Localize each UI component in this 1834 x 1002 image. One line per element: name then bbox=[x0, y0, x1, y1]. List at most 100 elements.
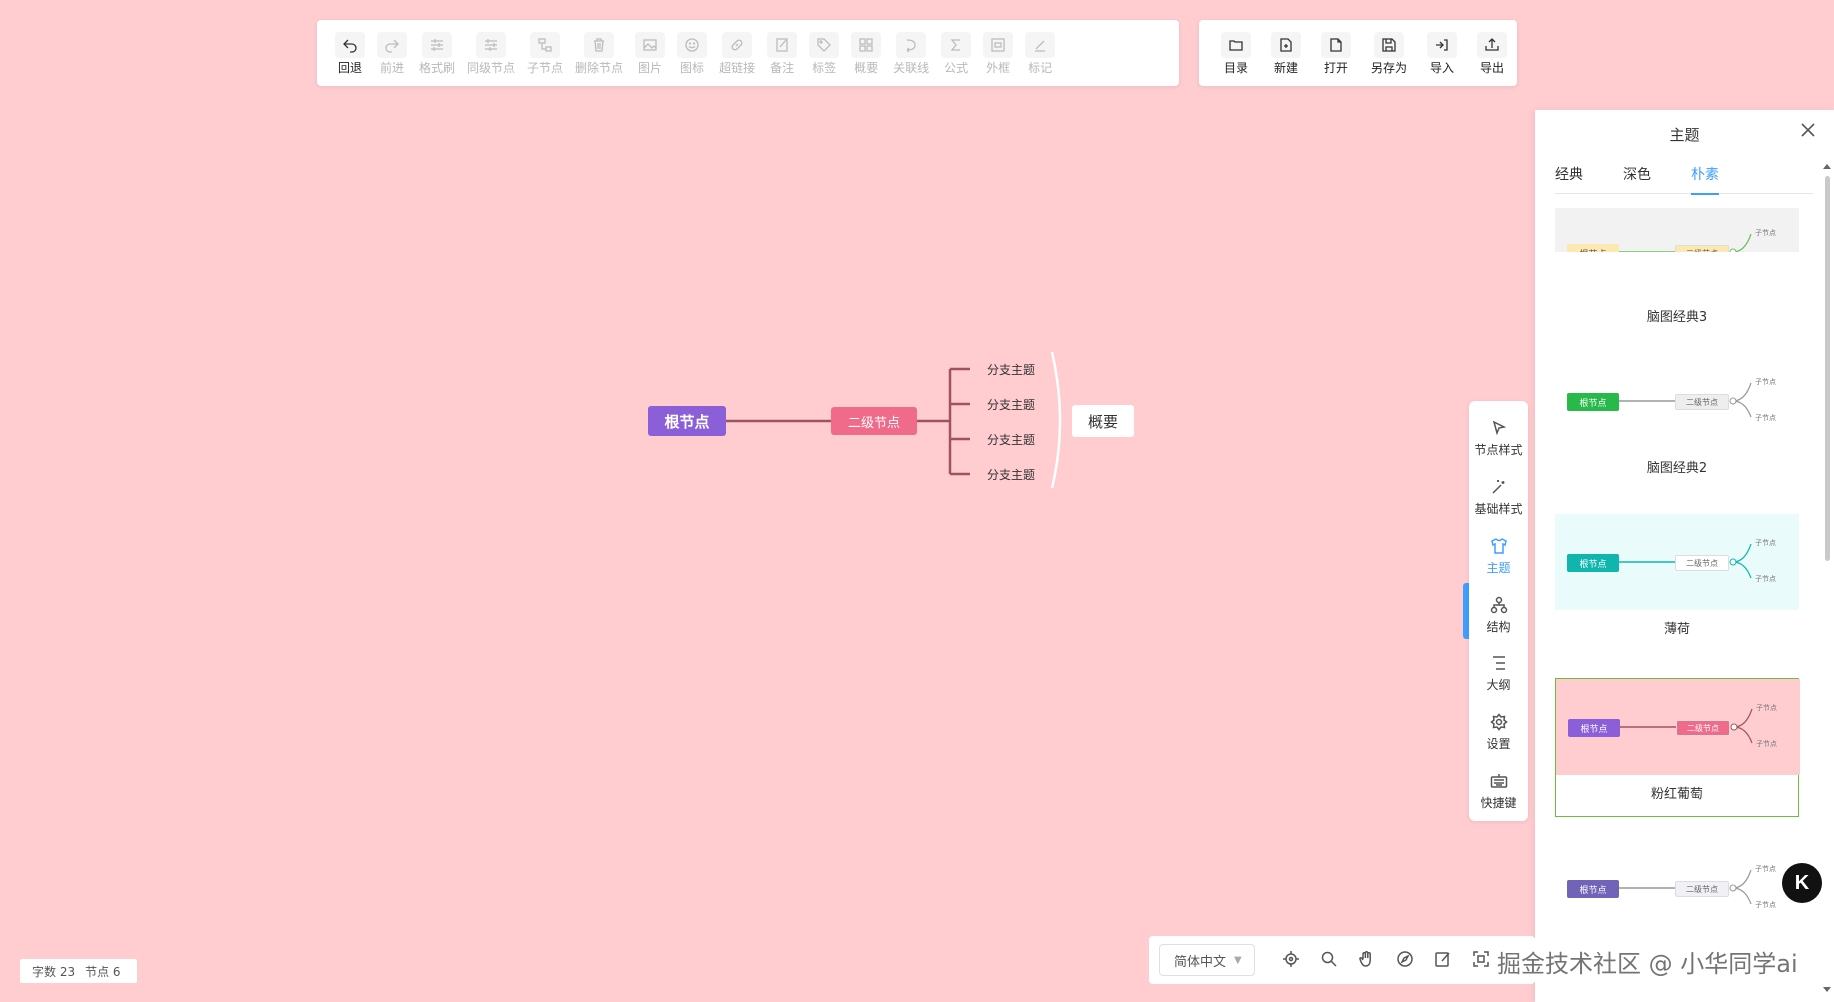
hand-icon[interactable] bbox=[1358, 950, 1378, 970]
preview-child-node: 子节点 bbox=[1755, 378, 1776, 386]
tab-simple[interactable]: 朴素 bbox=[1691, 164, 1719, 195]
theme-preview: 根节点 二级节点 子节点 子节点 bbox=[1555, 353, 1799, 449]
toolbar-button-label: 导出 bbox=[1480, 60, 1505, 75]
toolbar-button-label: 子节点 bbox=[527, 60, 564, 75]
toolbar-button-child-node[interactable]: 子节点 bbox=[521, 25, 569, 81]
side-button-node-style[interactable]: 节点样式 bbox=[1469, 409, 1528, 468]
save-as-icon bbox=[1382, 37, 1396, 52]
side-button-outline[interactable]: 大纲 bbox=[1469, 644, 1528, 703]
side-button-magic-wand[interactable]: 基础样式 bbox=[1469, 468, 1528, 527]
keyboard-icon bbox=[1490, 774, 1507, 788]
toolbar-button-note[interactable]: 备注 bbox=[761, 25, 803, 81]
toolbar-button-format-brush[interactable]: 格式刷 bbox=[413, 25, 461, 81]
edit-icon[interactable] bbox=[1434, 950, 1454, 970]
folder-icon bbox=[1229, 39, 1243, 51]
toolbar-button-redo[interactable]: 前进 bbox=[371, 25, 413, 81]
scroll-up-arrow[interactable] bbox=[1823, 164, 1831, 169]
summary-node[interactable]: 概要 bbox=[1072, 405, 1134, 437]
preview-second-node: 二级节点 bbox=[1675, 245, 1729, 252]
toolbar-button-smiley[interactable]: 图标 bbox=[671, 25, 713, 81]
language-select[interactable]: 简体中文 ▼ bbox=[1159, 944, 1255, 976]
child-node-icon bbox=[538, 37, 552, 52]
toolbar-button-label: 标签 bbox=[812, 60, 837, 75]
theme-card[interactable]: 根节点 二级节点 子节点 子节点 脑图经典2 bbox=[1555, 353, 1799, 476]
side-button-label: 设置 bbox=[1486, 737, 1511, 752]
preview-second-node: 二级节点 bbox=[1675, 394, 1729, 410]
tshirt-icon bbox=[1490, 537, 1507, 554]
magic-wand-icon bbox=[1491, 479, 1504, 494]
icon-wrapper bbox=[1477, 31, 1508, 58]
toolbar-button-save-as[interactable]: 另存为 bbox=[1361, 25, 1417, 81]
icon-wrapper bbox=[584, 31, 615, 58]
branch-node[interactable]: 分支主题 bbox=[978, 393, 1044, 415]
image-icon bbox=[643, 38, 657, 51]
toolbar-button-outer-frame[interactable]: 外框 bbox=[977, 25, 1019, 81]
search-icon[interactable] bbox=[1320, 950, 1340, 970]
side-button-tshirt[interactable]: 主题 bbox=[1469, 527, 1528, 586]
toolbar-button-label: 外框 bbox=[986, 60, 1011, 75]
toolbar-button-label: 删除节点 bbox=[575, 60, 624, 75]
toolbar-button-label: 标记 bbox=[1028, 60, 1053, 75]
theme-card[interactable]: 根节点 二级节点 子节点 子节点 薄荷 bbox=[1555, 514, 1799, 637]
toolbar-button-summary[interactable]: 概要 bbox=[845, 25, 887, 81]
close-icon bbox=[1801, 123, 1815, 137]
preview-child-node: 子节点 bbox=[1756, 704, 1777, 712]
toolbar-button-image[interactable]: 图片 bbox=[629, 25, 671, 81]
theme-card[interactable]: 根节点 二级节点 子节点 子节点 粉红葡萄 bbox=[1555, 678, 1800, 817]
preview-root-node: 根节点 bbox=[1567, 393, 1619, 411]
side-button-keyboard[interactable]: 快捷键 bbox=[1469, 762, 1528, 821]
summary-icon bbox=[859, 37, 873, 52]
file-toolbar: 目录 新建 打开 另存为 导入 导出 bbox=[1199, 20, 1517, 86]
toolbar-button-association-line[interactable]: 关联线 bbox=[887, 25, 935, 81]
theme-card[interactable]: 根节点 二级节点 子节点 子节点 bbox=[1555, 840, 1799, 944]
toolbar-button-import[interactable]: 导入 bbox=[1417, 25, 1467, 81]
avatar[interactable]: K bbox=[1782, 863, 1822, 903]
toolbar-button-open-file[interactable]: 打开 bbox=[1311, 25, 1361, 81]
icon-wrapper bbox=[1321, 31, 1351, 58]
locate-icon[interactable] bbox=[1282, 950, 1302, 970]
preview-child-node: 子节点 bbox=[1755, 575, 1776, 583]
branch-node[interactable]: 分支主题 bbox=[978, 463, 1044, 485]
toolbar-button-sibling-node[interactable]: 同级节点 bbox=[461, 25, 521, 81]
structure-icon bbox=[1490, 596, 1507, 613]
root-node[interactable]: 根节点 bbox=[648, 406, 726, 436]
language-value: 简体中文 bbox=[1174, 954, 1227, 970]
side-button-structure[interactable]: 结构 bbox=[1469, 586, 1528, 645]
toolbar-button-folder[interactable]: 目录 bbox=[1211, 25, 1261, 81]
toolbar-button-trash[interactable]: 删除节点 bbox=[569, 25, 629, 81]
toolbar-button-label: 另存为 bbox=[1371, 60, 1408, 75]
toolbar-button-undo[interactable]: 回退 bbox=[329, 25, 371, 81]
toolbar-button-tag[interactable]: 标签 bbox=[803, 25, 845, 81]
fullscreen-icon[interactable] bbox=[1472, 950, 1492, 970]
icon-wrapper bbox=[809, 31, 840, 58]
icon-wrapper bbox=[422, 31, 452, 58]
toolbar-button-new-file[interactable]: 新建 bbox=[1261, 25, 1311, 81]
scroll-down-arrow[interactable] bbox=[1823, 987, 1831, 992]
branch-node[interactable]: 分支主题 bbox=[978, 358, 1044, 380]
theme-card[interactable]: 根节点 二级节点 子节点脑图经典3 bbox=[1555, 208, 1799, 325]
icon-wrapper bbox=[635, 31, 666, 58]
tag-icon bbox=[817, 37, 831, 52]
close-button[interactable] bbox=[1800, 122, 1820, 142]
outer-frame-icon bbox=[991, 37, 1005, 52]
tab-classic[interactable]: 经典 bbox=[1555, 164, 1583, 194]
toolbar-button-label: 格式刷 bbox=[419, 60, 456, 75]
toolbar-button-link[interactable]: 超链接 bbox=[713, 25, 761, 81]
navigator-icon[interactable] bbox=[1396, 950, 1416, 970]
side-button-label: 结构 bbox=[1486, 619, 1511, 634]
smiley-icon bbox=[685, 37, 699, 52]
toolbar-button-label: 超链接 bbox=[719, 60, 756, 75]
scrollbar[interactable] bbox=[1825, 176, 1830, 561]
edit-toolbar: 回退 前进 格式刷 同级节点 子节点 删除节点 图片 图标 超链接 备注 标签 概要 关联线 公式 外框 标记 bbox=[317, 20, 1179, 86]
toolbar-button-export[interactable]: 导出 bbox=[1467, 25, 1517, 81]
link-icon bbox=[731, 39, 743, 50]
icon-wrapper bbox=[1427, 31, 1458, 58]
tab-dark[interactable]: 深色 bbox=[1623, 164, 1651, 194]
preview-child-node: 子节点 bbox=[1755, 539, 1776, 547]
toolbar-button-formula[interactable]: 公式 bbox=[935, 25, 977, 81]
toolbar-button-mark[interactable]: 标记 bbox=[1019, 25, 1061, 81]
second-level-node[interactable]: 二级节点 bbox=[831, 407, 917, 435]
branch-node[interactable]: 分支主题 bbox=[978, 428, 1044, 450]
toolbar-button-label: 目录 bbox=[1223, 60, 1248, 75]
side-button-settings[interactable]: 设置 bbox=[1469, 703, 1528, 762]
